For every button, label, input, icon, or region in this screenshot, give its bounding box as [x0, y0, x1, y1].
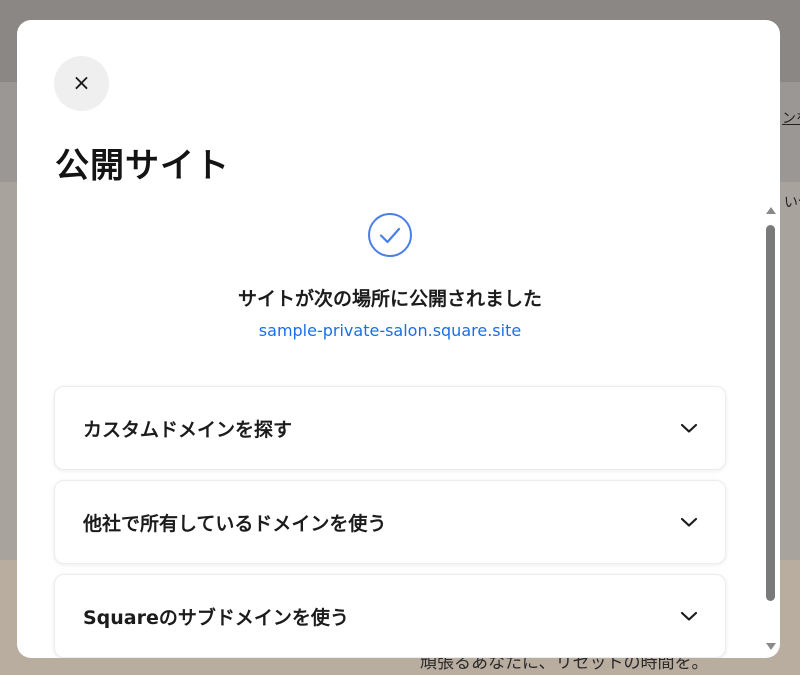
- publish-site-dialog: × 公開サイト サイトが次の場所に公開されました sample-private-…: [17, 20, 780, 658]
- accordion-label: カスタムドメインを探す: [83, 418, 293, 441]
- close-icon: ×: [72, 71, 91, 96]
- scroll-up-arrow-icon[interactable]: [766, 207, 776, 214]
- check-circle-icon: [368, 213, 412, 257]
- backdrop-text-fragment: い合: [784, 195, 800, 211]
- chevron-down-icon: [680, 423, 698, 433]
- chevron-down-icon: [680, 517, 698, 527]
- scroll-thumb[interactable]: [766, 225, 775, 601]
- close-button[interactable]: ×: [54, 56, 109, 111]
- site-url-link[interactable]: sample-private-salon.square.site: [259, 321, 521, 340]
- accordion-use-external-domain[interactable]: 他社で所有しているドメインを使う: [54, 480, 726, 564]
- dialog-scrollbar[interactable]: [764, 205, 778, 658]
- accordion-label: Squareのサブドメインを使う: [83, 606, 349, 629]
- backdrop-link-fragment: ンを: [782, 111, 800, 127]
- publish-success-section: サイトが次の場所に公開されました sample-private-salon.sq…: [17, 212, 763, 340]
- scroll-down-arrow-icon[interactable]: [766, 643, 776, 650]
- accordion-label: 他社で所有しているドメインを使う: [83, 512, 387, 535]
- chevron-down-icon: [680, 611, 698, 621]
- dialog-title: 公開サイト: [55, 146, 230, 186]
- accordion-use-square-subdomain[interactable]: Squareのサブドメインを使う: [54, 574, 726, 658]
- accordion-find-custom-domain[interactable]: カスタムドメインを探す: [54, 386, 726, 470]
- success-message: サイトが次の場所に公開されました: [237, 288, 542, 310]
